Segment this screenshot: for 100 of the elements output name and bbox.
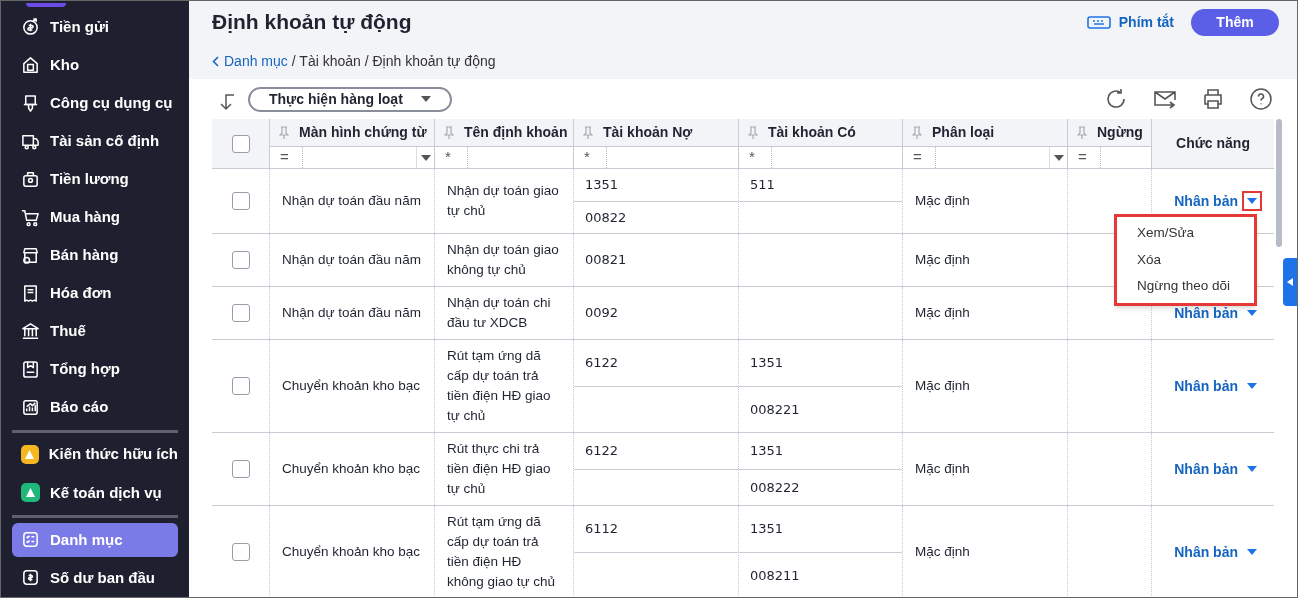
table-cell-text: 6122 bbox=[585, 442, 619, 460]
sidebar-item[interactable]: Hóa đơn bbox=[12, 276, 178, 311]
menu-icon bbox=[21, 17, 40, 37]
table-cell-text: 1351 bbox=[750, 442, 784, 460]
scrollbar[interactable] bbox=[1276, 119, 1282, 247]
pin-icon[interactable] bbox=[444, 125, 454, 140]
sidebar-item[interactable]: Báo cáo bbox=[12, 390, 178, 425]
duplicate-link[interactable]: Nhân bản bbox=[1174, 541, 1238, 563]
caret-down-icon[interactable] bbox=[1053, 154, 1064, 161]
checkbox[interactable] bbox=[231, 304, 250, 322]
table-cell-text: Chuyển khoản kho bạc bbox=[282, 543, 421, 561]
help-icon[interactable] bbox=[1249, 87, 1273, 111]
table-cell-text: Mặc định bbox=[915, 191, 970, 210]
table-cell-text: Mặc định bbox=[915, 376, 970, 395]
column-header[interactable]: Tên định khoản bbox=[464, 122, 568, 143]
print-icon[interactable] bbox=[1201, 87, 1225, 111]
sidebar-item[interactable]: Số dư ban đầu bbox=[12, 560, 178, 595]
table-cell-text: 6122 bbox=[585, 354, 619, 372]
table-cell-text: Nhận dự toán đầu năm bbox=[282, 192, 421, 210]
table-cell-text: 008221 bbox=[750, 400, 800, 419]
menu-icon bbox=[21, 568, 40, 588]
keyboard-icon bbox=[1086, 15, 1111, 29]
caret-down-icon[interactable] bbox=[1247, 466, 1257, 472]
duplicate-link[interactable]: Nhân bản bbox=[1174, 190, 1238, 212]
checkbox[interactable] bbox=[231, 543, 250, 561]
table-cell-text: Rút thực chi trả tiền điện HĐ giao tự chủ bbox=[447, 440, 552, 498]
caret-down-icon[interactable] bbox=[1247, 310, 1257, 316]
duplicate-link[interactable]: Nhân bản bbox=[1174, 458, 1238, 480]
sidebar-item[interactable]: Mua hàng bbox=[12, 200, 178, 235]
duplicate-link[interactable]: Nhân bản bbox=[1174, 302, 1238, 324]
column-header[interactable]: Tài khoản Có bbox=[768, 122, 856, 143]
chevron-left-icon bbox=[212, 55, 219, 67]
table-cell-text: 1351 bbox=[750, 354, 784, 372]
table-cell-text: Mặc định bbox=[915, 542, 970, 561]
pin-icon[interactable] bbox=[279, 125, 289, 140]
pin-icon[interactable] bbox=[912, 125, 922, 140]
column-header[interactable]: Màn hình chứng từ bbox=[299, 122, 427, 143]
column-header[interactable]: Tài khoản Nợ bbox=[603, 122, 693, 143]
breadcrumb-path: / Tài khoản / Định khoản tự động bbox=[291, 51, 496, 71]
menu-item[interactable]: Xem/Sửa bbox=[1117, 220, 1254, 247]
menu-icon bbox=[21, 530, 40, 550]
checkbox[interactable] bbox=[231, 251, 250, 269]
menu-item[interactable]: Xóa bbox=[1117, 246, 1254, 273]
table-cell-text: 1351 bbox=[585, 176, 619, 195]
shortcut-button[interactable]: Phím tắt bbox=[1086, 11, 1174, 33]
menu-icon bbox=[21, 245, 40, 265]
column-header: Chức năng bbox=[1176, 134, 1250, 153]
table-cell-text: 1351 bbox=[750, 520, 784, 538]
sidebar-item[interactable]: Kho bbox=[12, 47, 178, 83]
caret-down-icon bbox=[420, 96, 431, 102]
column-header[interactable]: Phân loại bbox=[932, 122, 995, 143]
sidebar-item[interactable]: Kiến thức hữu ích bbox=[12, 437, 178, 472]
table-cell-text: Nhận dự toán đầu năm bbox=[282, 304, 421, 322]
add-button[interactable]: Thêm bbox=[1191, 8, 1279, 36]
sidebar-item[interactable]: Tiền lương bbox=[12, 162, 178, 197]
menu-icon bbox=[21, 169, 40, 189]
sidebar-item[interactable]: Công cụ dụng cụ bbox=[12, 86, 178, 121]
menu-item[interactable]: Ngừng theo dõi bbox=[1117, 273, 1254, 300]
sidebar-item[interactable]: Kế toán dịch vụ bbox=[12, 475, 178, 510]
caret-down-icon[interactable] bbox=[1247, 383, 1257, 389]
duplicate-link[interactable]: Nhân bản bbox=[1174, 375, 1238, 397]
menu-icon bbox=[21, 207, 40, 227]
checkbox[interactable] bbox=[231, 134, 250, 153]
checkbox[interactable] bbox=[231, 460, 250, 478]
sidebar-item[interactable]: Thuế bbox=[12, 314, 178, 349]
dropdown-toggle[interactable] bbox=[1242, 191, 1262, 211]
bulk-action-dropdown[interactable]: Thực hiện hàng loạt bbox=[248, 86, 452, 112]
table-cell-text: Chuyển khoản kho bạc bbox=[282, 460, 421, 478]
menu-icon bbox=[21, 398, 40, 418]
column-header[interactable]: Ngừng bbox=[1097, 122, 1143, 143]
caret-down-icon[interactable] bbox=[1247, 549, 1257, 555]
sidebar-item[interactable]: Bán hàng bbox=[12, 238, 178, 273]
caret-down-icon[interactable] bbox=[420, 154, 431, 161]
table-cell-text: Nhận dự toán giao không tự chủ bbox=[447, 241, 560, 279]
breadcrumb-link[interactable]: Danh mục bbox=[212, 50, 288, 72]
table-cell-text: Nhận dự toán giao tự chủ bbox=[447, 182, 560, 220]
sidebar-item[interactable]: Tiền gửi bbox=[12, 9, 178, 44]
menu-icon bbox=[21, 55, 40, 75]
table-cell-text: 008211 bbox=[750, 566, 800, 585]
sidebar-item[interactable]: Tài sản cố định bbox=[12, 124, 178, 159]
pin-icon[interactable] bbox=[1077, 125, 1087, 140]
side-panel-handle[interactable] bbox=[1283, 258, 1297, 306]
menu-icon bbox=[21, 93, 40, 113]
table-cell-text: 00822 bbox=[585, 208, 627, 227]
logo-edge bbox=[26, 3, 66, 7]
sidebar-item[interactable]: Danh mục bbox=[12, 522, 178, 557]
pin-icon[interactable] bbox=[748, 125, 758, 140]
caret-down-icon[interactable] bbox=[1247, 198, 1257, 204]
table-cell-text: 6112 bbox=[585, 520, 619, 538]
table-cell-text: Chuyển khoản kho bạc bbox=[282, 377, 421, 395]
table-cell-text: 008222 bbox=[750, 478, 800, 497]
checkbox[interactable] bbox=[231, 377, 250, 395]
table-cell-text: Nhận dự toán chi đầu tư XDCB bbox=[447, 294, 552, 332]
table-cell-text: 511 bbox=[750, 176, 775, 195]
refresh-icon[interactable] bbox=[1104, 87, 1128, 111]
sidebar-item[interactable]: Tổng hợp bbox=[12, 352, 178, 387]
caret-left-icon bbox=[1287, 278, 1293, 286]
checkbox[interactable] bbox=[231, 192, 250, 210]
table-cell-text: Rút tạm ứng dã cấp dự toán trả tiền điện HĐ giao tự chủ bbox=[447, 347, 552, 425]
pin-icon[interactable] bbox=[583, 125, 593, 140]
